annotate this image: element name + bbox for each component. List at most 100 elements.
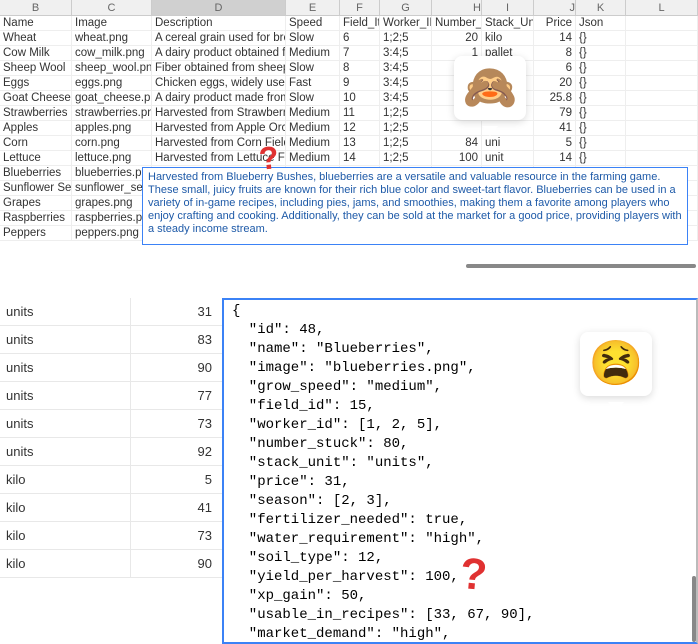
- column-letter-I[interactable]: I: [482, 0, 534, 15]
- cell[interactable]: blueberries.png: [72, 166, 152, 180]
- cell[interactable]: Corn: [0, 136, 72, 150]
- cell[interactable]: Sunflower Seeds: [0, 181, 72, 195]
- cell[interactable]: 100: [432, 151, 482, 165]
- cell[interactable]: Medium: [286, 121, 340, 135]
- cell[interactable]: strawberries.png: [72, 106, 152, 120]
- cell[interactable]: goat_cheese.pn: [72, 91, 152, 105]
- cell[interactable]: Medium: [286, 46, 340, 60]
- cell[interactable]: {}: [576, 121, 626, 135]
- kv-value[interactable]: 41: [130, 494, 222, 521]
- cell[interactable]: 5: [534, 136, 576, 150]
- column-letter-B[interactable]: B: [0, 0, 72, 15]
- cell[interactable]: {}: [576, 46, 626, 60]
- cell[interactable]: 6: [340, 31, 380, 45]
- kv-key[interactable]: kilo: [0, 522, 130, 549]
- cell[interactable]: Slow: [286, 61, 340, 75]
- cell[interactable]: 1;2;5: [380, 31, 432, 45]
- cell[interactable]: 3:4;5: [380, 76, 432, 90]
- column-letter-D[interactable]: D: [152, 0, 286, 15]
- cell[interactable]: Lettuce: [0, 151, 72, 165]
- cell[interactable]: 12: [340, 121, 380, 135]
- cell[interactable]: [626, 76, 698, 90]
- header-cell[interactable]: Field_It: [340, 16, 380, 30]
- cell[interactable]: 1;2;5: [380, 151, 432, 165]
- header-cell[interactable]: [626, 16, 698, 30]
- cell[interactable]: 7: [340, 46, 380, 60]
- cell[interactable]: cow_milk.png: [72, 46, 152, 60]
- cell[interactable]: Medium: [286, 151, 340, 165]
- cell[interactable]: {}: [576, 151, 626, 165]
- cell[interactable]: 79: [534, 106, 576, 120]
- cell[interactable]: 84: [432, 136, 482, 150]
- cell[interactable]: Chicken eggs, widely used in coo: [152, 76, 286, 90]
- kv-key[interactable]: units: [0, 354, 130, 381]
- cell[interactable]: [626, 91, 698, 105]
- cell[interactable]: 3:4;5: [380, 91, 432, 105]
- cell[interactable]: Sheep Wool: [0, 61, 72, 75]
- column-letter-K[interactable]: K: [576, 0, 626, 15]
- cell[interactable]: eggs.png: [72, 76, 152, 90]
- kv-key[interactable]: units: [0, 298, 130, 325]
- cell[interactable]: Harvested from Apple Orchard.: [152, 121, 286, 135]
- cell[interactable]: 1;2;5: [380, 106, 432, 120]
- cell[interactable]: grapes.png: [72, 196, 152, 210]
- cell[interactable]: unit: [482, 151, 534, 165]
- cell[interactable]: [626, 121, 698, 135]
- kv-key[interactable]: units: [0, 326, 130, 353]
- cell[interactable]: 1;2;5: [380, 121, 432, 135]
- header-cell[interactable]: Stack_Unit: [482, 16, 534, 30]
- kv-value[interactable]: 90: [130, 550, 222, 577]
- column-letter-C[interactable]: C: [72, 0, 152, 15]
- cell[interactable]: 20: [432, 31, 482, 45]
- cell[interactable]: 3:4;5: [380, 46, 432, 60]
- cell[interactable]: sunflower_seed: [72, 181, 152, 195]
- cell[interactable]: [626, 136, 698, 150]
- cell[interactable]: 9: [340, 76, 380, 90]
- cell[interactable]: Goat Cheese: [0, 91, 72, 105]
- cell[interactable]: uni: [482, 136, 534, 150]
- cell[interactable]: A dairy product obtained from co: [152, 46, 286, 60]
- cell[interactable]: {}: [576, 31, 626, 45]
- kv-key[interactable]: kilo: [0, 466, 130, 493]
- cell[interactable]: raspberries.png: [72, 211, 152, 225]
- column-letter-G[interactable]: G: [380, 0, 432, 15]
- cell[interactable]: [626, 31, 698, 45]
- cell[interactable]: Medium: [286, 136, 340, 150]
- header-cell[interactable]: Image: [72, 16, 152, 30]
- kv-value[interactable]: 92: [130, 438, 222, 465]
- cell[interactable]: 11: [340, 106, 380, 120]
- kv-value[interactable]: 77: [130, 382, 222, 409]
- header-cell[interactable]: Description: [152, 16, 286, 30]
- cell[interactable]: {}: [576, 76, 626, 90]
- header-cell[interactable]: Name: [0, 16, 72, 30]
- cell[interactable]: 41: [534, 121, 576, 135]
- kv-key[interactable]: units: [0, 382, 130, 409]
- column-letter-J[interactable]: J: [534, 0, 576, 15]
- cell[interactable]: A cereal grain used for bread, pa: [152, 31, 286, 45]
- cell[interactable]: 1;2;5: [380, 136, 432, 150]
- cell[interactable]: Blueberries: [0, 166, 72, 180]
- cell[interactable]: {}: [576, 61, 626, 75]
- cell[interactable]: wheat.png: [72, 31, 152, 45]
- cell[interactable]: {}: [576, 106, 626, 120]
- cell[interactable]: apples.png: [72, 121, 152, 135]
- cell[interactable]: Harvested from Strawberry Field: [152, 106, 286, 120]
- kv-key[interactable]: units: [0, 410, 130, 437]
- cell[interactable]: Eggs: [0, 76, 72, 90]
- cell[interactable]: sheep_wool.png: [72, 61, 152, 75]
- cell[interactable]: Wheat: [0, 31, 72, 45]
- column-letter-H[interactable]: H: [432, 0, 482, 15]
- cell[interactable]: kilo: [482, 31, 534, 45]
- cell[interactable]: 14: [534, 151, 576, 165]
- cell[interactable]: A dairy product made from goat's: [152, 91, 286, 105]
- cell[interactable]: Strawberries: [0, 106, 72, 120]
- kv-value[interactable]: 5: [130, 466, 222, 493]
- cell[interactable]: lettuce.png: [72, 151, 152, 165]
- cell[interactable]: 14: [534, 31, 576, 45]
- header-cell[interactable]: Json: [576, 16, 626, 30]
- cell[interactable]: 10: [340, 91, 380, 105]
- cell[interactable]: {}: [576, 91, 626, 105]
- header-cell[interactable]: Number_: [432, 16, 482, 30]
- cell[interactable]: 8: [534, 46, 576, 60]
- kv-key[interactable]: kilo: [0, 550, 130, 577]
